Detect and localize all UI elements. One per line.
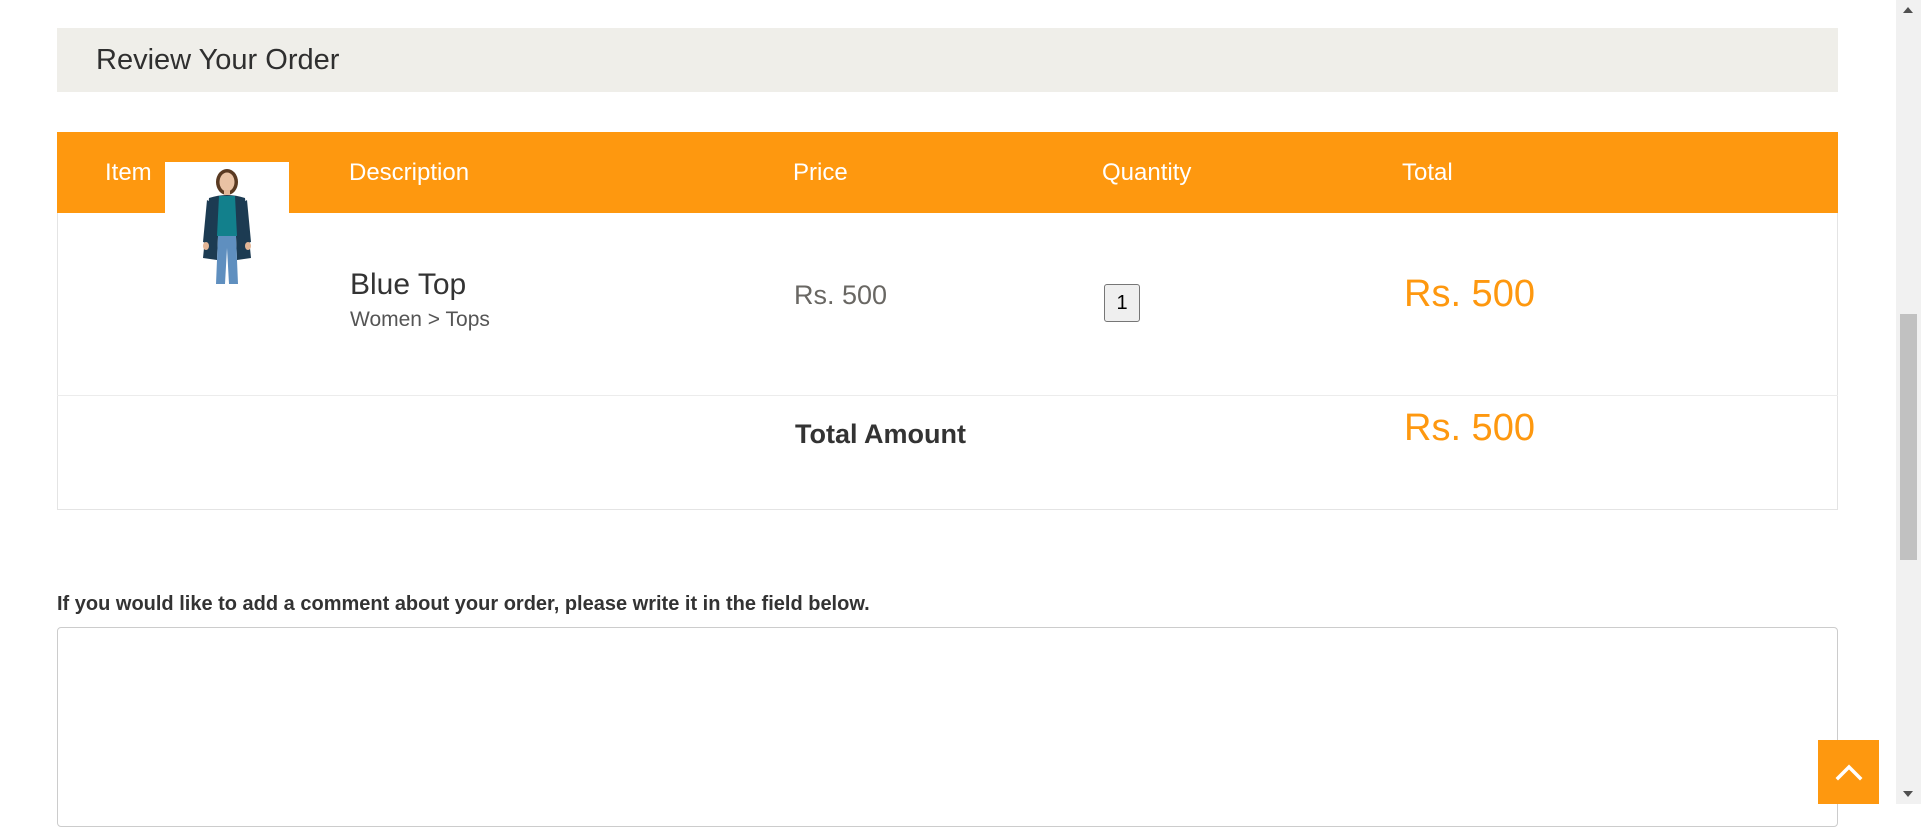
header-price: Price bbox=[793, 159, 848, 186]
order-comment-field[interactable] bbox=[57, 627, 1838, 827]
header-description: Description bbox=[349, 159, 470, 186]
header-item: Item bbox=[105, 159, 152, 186]
product-image[interactable] bbox=[165, 162, 289, 286]
header-quantity: Quantity bbox=[1102, 159, 1192, 186]
table-row bbox=[57, 213, 1838, 396]
review-order-heading: Review Your Order bbox=[57, 28, 1838, 92]
total-amount-row bbox=[57, 396, 1838, 511]
product-category: Women > Tops bbox=[350, 308, 490, 331]
cart-table-header: Item Description Price Quantity Total bbox=[57, 132, 1838, 213]
product-name[interactable]: Blue Top bbox=[350, 268, 466, 302]
quantity-button[interactable]: 1 bbox=[1104, 284, 1140, 322]
chevron-up-icon bbox=[1835, 764, 1862, 781]
product-price: Rs. 500 bbox=[794, 280, 888, 310]
review-order-title: Review Your Order bbox=[96, 43, 340, 76]
total-amount-label: Total Amount bbox=[795, 419, 966, 449]
scrollbar-thumb[interactable] bbox=[1900, 314, 1917, 560]
page-scrollbar[interactable] bbox=[1896, 0, 1921, 804]
scroll-up-button[interactable] bbox=[1818, 740, 1879, 804]
header-total: Total bbox=[1402, 159, 1453, 186]
product-total: Rs. 500 bbox=[1404, 273, 1535, 315]
total-amount-value: Rs. 500 bbox=[1404, 407, 1535, 449]
cart-table: Item Description Price Quantity Total bbox=[57, 132, 1838, 510]
scroll-arrow-up-icon[interactable] bbox=[1902, 6, 1914, 14]
scroll-arrow-down-icon[interactable] bbox=[1902, 790, 1914, 798]
comment-label: If you would like to add a comment about… bbox=[57, 593, 870, 615]
